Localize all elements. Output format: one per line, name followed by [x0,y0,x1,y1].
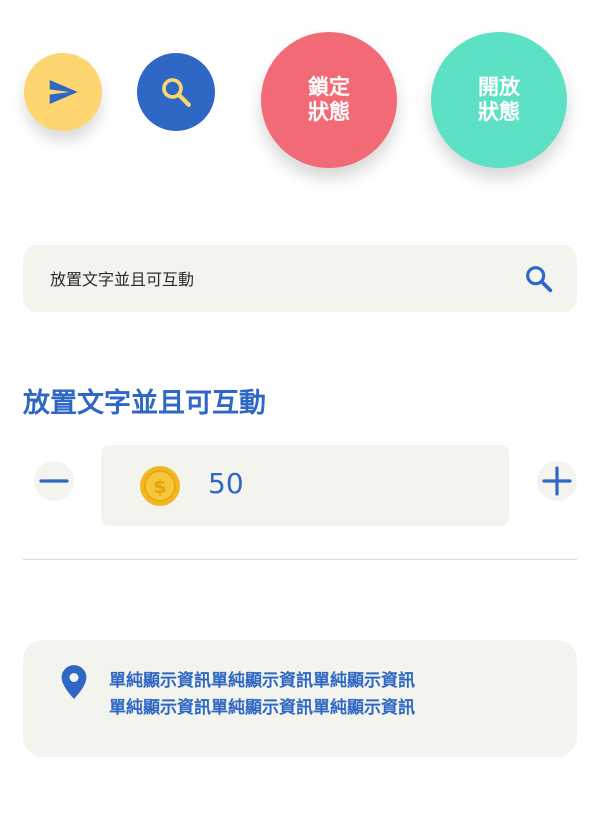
open-state-button[interactable]: 開放 狀態 [431,32,567,168]
info-text: 單純顯示資訊單純顯示資訊單純顯示資訊 單純顯示資訊單純顯示資訊單純顯示資訊 [109,668,415,722]
info-card: 單純顯示資訊單純顯示資訊單純顯示資訊 單純顯示資訊單純顯示資訊單純顯示資訊 [23,640,577,757]
plus-icon [542,466,572,496]
lock-state-label: 鎖定 狀態 [308,75,350,125]
send-button[interactable] [24,53,102,131]
minus-icon [39,479,69,483]
svg-text:$: $ [153,476,166,498]
dollar-coin-icon: $ [140,466,180,506]
search-icon [162,78,191,107]
increment-button[interactable] [537,461,577,501]
lock-label-line2: 狀態 [308,100,350,124]
search-input-text[interactable]: 放置文字並且可互動 [50,266,194,290]
search-bar[interactable]: 放置文字並且可互動 [23,245,577,312]
location-pin-icon [61,665,87,699]
search-icon[interactable] [523,263,555,295]
info-line-1: 單純顯示資訊單純顯示資訊單純顯示資訊 [109,671,415,691]
divider [23,559,577,560]
quantity-display: $ 50 [101,445,509,526]
open-state-label: 開放 狀態 [478,75,520,125]
lock-label-line1: 鎖定 [308,75,350,99]
lock-state-button[interactable]: 鎖定 狀態 [261,32,397,168]
decrement-button[interactable] [34,461,74,501]
info-line-2: 單純顯示資訊單純顯示資訊單純顯示資訊 [109,698,415,718]
section-heading: 放置文字並且可互動 [23,388,266,419]
open-label-line1: 開放 [478,75,520,99]
search-button[interactable] [137,53,215,131]
quantity-value: 50 [208,467,244,500]
send-icon [49,80,78,104]
open-label-line2: 狀態 [478,100,520,124]
